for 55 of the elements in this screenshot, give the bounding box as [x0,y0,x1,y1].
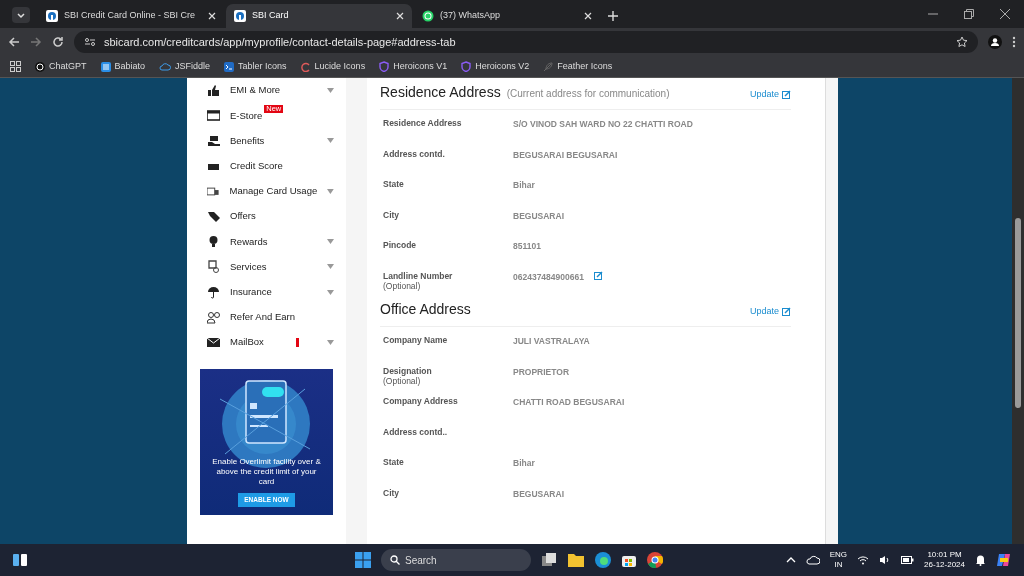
search-field[interactable]: Search [381,549,531,571]
browser-tab[interactable]: SBI Credit Card Online - SBI Cre [38,4,224,28]
field-label: Landline Number (Optional) [383,270,454,293]
field-value: Bihar [513,457,535,470]
bookmark[interactable]: ChatGPT [35,59,87,74]
sidebar-item[interactable]: EMI & More [187,78,346,104]
section-subtitle: (Current address for communication) [506,87,670,101]
sidebar-item[interactable]: Rewards [187,229,346,255]
language-indicator[interactable]: ENG IN [829,550,848,570]
sidebar-item[interactable]: Manage Card Usage [187,178,346,204]
field-value: JULI VASTRALAYA [513,335,590,348]
promo-text: Enable Overlimit facility over & above the credit limit of your card [211,457,322,488]
sidebar-item[interactable]: Credit Score [187,153,346,179]
field-label: Address contd. [383,148,446,161]
bookmark[interactable]: Heroicons V2 [461,59,530,74]
bookmark[interactable]: Lucide Icons [300,59,366,74]
field-label: City [383,209,401,222]
clock[interactable]: 10:01 PM 26-12-2024 [924,550,965,570]
bookmark[interactable]: Heroicons V1 [379,59,448,74]
bookmark[interactable]: JSFiddle [159,59,211,74]
bookmark[interactable]: Feather Icons [543,59,613,74]
browser-tab[interactable]: SBI Card [226,4,412,28]
update-link[interactable]: Update [749,88,791,102]
section-title: Residence Address [380,83,501,102]
field-label: Company Name [383,335,449,347]
field-label: State [383,457,405,469]
field-label: State [383,179,405,191]
field-value: 062437484900661 [513,270,584,284]
field-value: S/O VINOD SAH WARD NO 22 CHATTI ROAD [513,118,693,131]
field-label: Company Address [383,396,459,408]
address-bar[interactable]: sbicard.com/creditcards/app/myprofile/contact-details-page#address-tab [74,31,978,53]
bookmark[interactable]: Tabler Icons [224,59,287,74]
sidebar-item[interactable]: Services [187,254,346,280]
browser-tab[interactable]: (37) WhatsApp [414,4,600,28]
field-label: Pincode [383,240,418,252]
sidebar-item[interactable]: MailBox [187,329,346,356]
field-value: 851101 [513,240,541,253]
field-value: BEGUSARAI [513,487,564,501]
section-title: Office Address [380,300,471,319]
sidebar-item[interactable]: Benefits [187,128,346,154]
sidebar-item[interactable]: Offers [187,203,346,230]
bookmark[interactable]: Babiato [100,59,146,74]
field-value: Bihar [513,179,535,192]
field-value: BEGUSARAI BEGUSARAI [513,148,618,162]
sidebar-item[interactable]: Refer And Earn [187,304,346,330]
field-label: Designation (Optional) [383,365,433,388]
field-label: Address contd.. [383,426,449,439]
field-value: BEGUSARAI [513,209,564,223]
field-value: CHATTI ROAD BEGUSARAI [513,396,625,409]
url-text: sbicard.com/creditcards/app/myprofile/contact-details-page#address-tab [104,34,456,50]
field-label: City [383,487,401,500]
field-label: Residence Address [383,118,463,130]
update-link[interactable]: Update [749,305,791,319]
field-value: PROPRIETOR [513,365,570,379]
sidebar-item[interactable]: Insurance [187,279,346,305]
